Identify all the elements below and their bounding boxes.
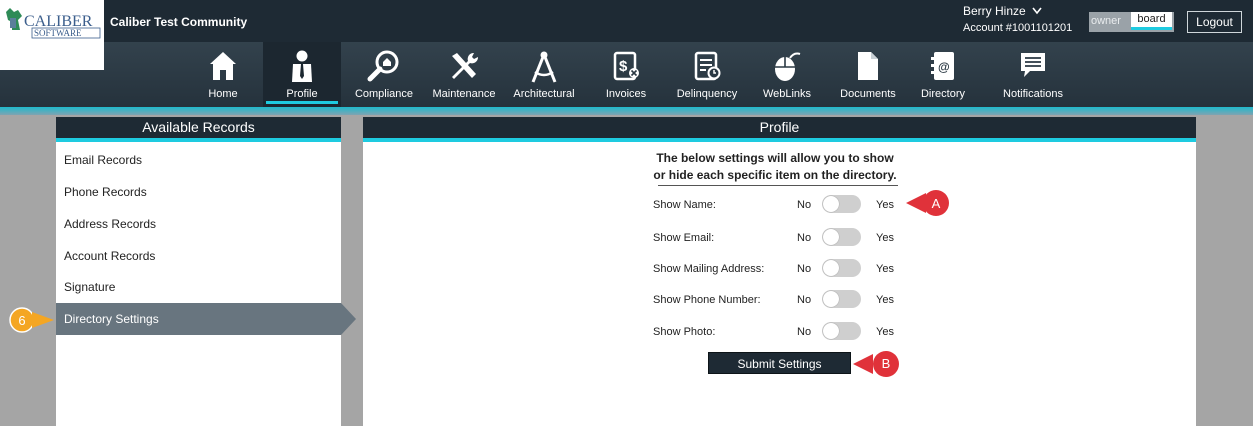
sidebar-item-account-records[interactable]: Account Records <box>56 240 341 272</box>
toggle-show-mailing-address[interactable] <box>822 259 861 277</box>
callout-b-label: B <box>881 356 891 371</box>
nav-delinquency[interactable]: Delinquency <box>669 42 745 107</box>
toggle-show-phone-number[interactable] <box>822 290 861 308</box>
nav-label: Compliance <box>354 88 414 100</box>
nav-weblinks[interactable]: WebLinks <box>757 42 817 107</box>
toggle-knob <box>823 323 839 339</box>
caliber-logo-icon: CALIBER SOFTWARE <box>6 8 101 39</box>
documents-icon <box>858 52 878 80</box>
toggle-no-label: No <box>797 199 812 211</box>
nav-directory[interactable]: @ Directory <box>918 42 968 107</box>
sidebar-title: Available Records <box>56 117 341 138</box>
toggle-knob <box>823 260 839 276</box>
notifications-icon <box>1021 53 1045 77</box>
sidebar-item-phone-records[interactable]: Phone Records <box>56 176 341 208</box>
nav-label: Documents <box>840 88 896 100</box>
setting-label-show-name: Show Name: <box>653 199 716 211</box>
nav-profile[interactable]: Profile <box>263 42 341 107</box>
role-owner[interactable]: owner <box>1091 15 1121 27</box>
sidebar-item-signature[interactable]: Signature <box>56 271 341 303</box>
nav-active-indicator <box>266 101 338 104</box>
community-name: Caliber Test Community <box>110 15 248 29</box>
nav-label: Delinquency <box>676 88 738 100</box>
delinquency-icon <box>694 51 721 81</box>
sidebar-item-email-records[interactable]: Email Records <box>56 144 341 176</box>
toggle-yes-label: Yes <box>876 199 894 211</box>
toggle-knob <box>823 196 839 212</box>
chevron-down-icon <box>1032 7 1042 15</box>
nav-invoices[interactable]: $ Invoices <box>598 42 654 107</box>
sidebar-item-address-records[interactable]: Address Records <box>56 208 341 240</box>
nav-home[interactable]: Home <box>194 42 252 107</box>
home-icon <box>210 52 236 80</box>
toggle-yes-label: Yes <box>876 263 894 275</box>
nav-label: Maintenance <box>432 88 496 100</box>
nav-accent-bar <box>0 107 1253 115</box>
callout-a-label: A <box>931 196 941 211</box>
toggle-no-label: No <box>797 326 812 338</box>
intro-divider <box>658 185 898 186</box>
toggle-knob <box>823 229 839 245</box>
nav-label: Architectural <box>513 88 575 100</box>
logout-button[interactable]: Logout <box>1187 11 1242 33</box>
role-board[interactable]: board <box>1131 12 1172 30</box>
setting-label-show-mailing-address: Show Mailing Address: <box>653 263 765 275</box>
toggle-knob <box>823 291 839 307</box>
nav-maintenance[interactable]: Maintenance <box>426 42 502 107</box>
compliance-icon <box>367 50 399 82</box>
toggle-yes-label: Yes <box>876 326 894 338</box>
toggle-no-label: No <box>797 263 812 275</box>
nav-label: Directory <box>920 88 965 100</box>
nav-architectural[interactable]: Architectural <box>509 42 579 107</box>
nav-compliance[interactable]: Compliance <box>350 42 418 107</box>
toggle-show-name[interactable] <box>822 195 861 213</box>
toggle-yes-label: Yes <box>876 294 894 306</box>
account-number: Account #1001101201 <box>963 22 1073 34</box>
maintenance-icon <box>452 52 479 79</box>
nav-label: Notifications <box>1003 88 1063 100</box>
toggle-no-label: No <box>797 232 812 244</box>
submit-settings-button[interactable]: Submit Settings <box>708 352 851 374</box>
toggle-show-email[interactable] <box>822 228 861 246</box>
nav-documents[interactable]: Documents <box>833 42 903 107</box>
architectural-icon <box>531 51 557 83</box>
weblinks-icon <box>775 52 801 81</box>
toggle-no-label: No <box>797 294 812 306</box>
setting-label-show-phone-number: Show Phone Number: <box>653 294 761 306</box>
nav-label: WebLinks <box>762 88 812 100</box>
invoices-icon: $ <box>613 51 639 81</box>
page-title: Profile <box>363 117 1196 138</box>
svg-text:@: @ <box>938 60 950 74</box>
user-name: Berry Hinze <box>963 4 1026 18</box>
intro-line-2: or hide each specific item on the direct… <box>653 168 897 182</box>
nav-label: Profile <box>286 88 318 100</box>
active-item-arrow <box>341 303 356 335</box>
user-menu[interactable]: Berry Hinze <box>963 4 1042 18</box>
setting-label-show-email: Show Email: <box>653 232 715 244</box>
setting-label-show-photo: Show Photo: <box>653 326 716 338</box>
logo-text-bottom: SOFTWARE <box>34 28 82 38</box>
logo[interactable]: CALIBER SOFTWARE <box>0 0 104 70</box>
nav-notifications[interactable]: Notifications <box>993 42 1073 107</box>
svg-text:$: $ <box>619 58 628 75</box>
nav-label: Home <box>208 88 238 100</box>
toggle-show-photo[interactable] <box>822 322 861 340</box>
callout-step-label: 6 <box>18 313 26 328</box>
toggle-yes-label: Yes <box>876 232 894 244</box>
settings-intro: The below settings will allow you to sho… <box>650 150 900 184</box>
nav-label: Invoices <box>605 88 647 100</box>
profile-icon <box>292 50 312 82</box>
intro-line-1: The below settings will allow you to sho… <box>656 151 894 165</box>
directory-icon: @ <box>931 52 954 80</box>
sidebar-item-directory-settings[interactable]: Directory Settings <box>56 303 341 335</box>
